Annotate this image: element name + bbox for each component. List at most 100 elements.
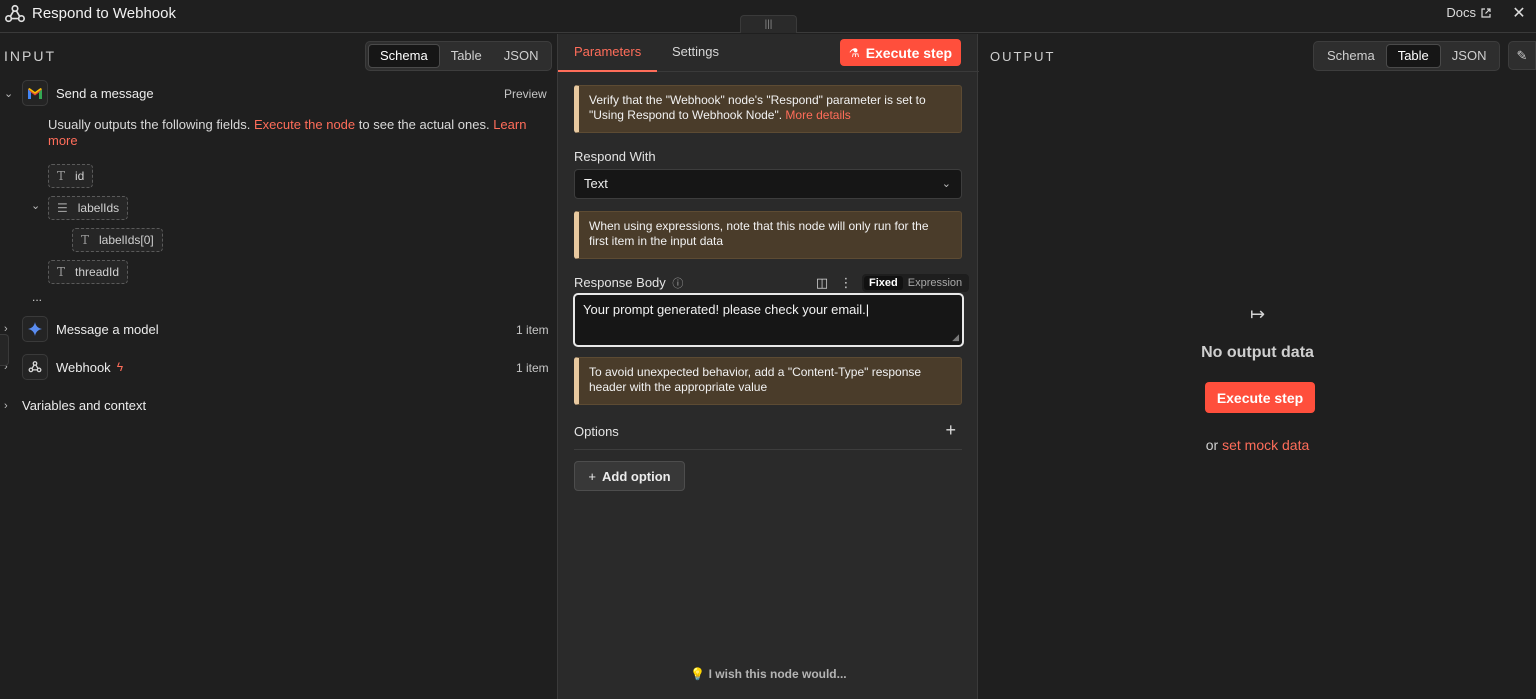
feedback-link[interactable]: 💡 I wish this node would... [558, 667, 979, 681]
tab-settings[interactable]: Settings [672, 44, 719, 59]
notice-webhook-respond: Verify that the "Webhook" node's "Respon… [574, 85, 962, 133]
external-link-icon [1481, 7, 1491, 18]
field-name: labelIds[0] [99, 233, 154, 247]
resize-grip-icon[interactable]: ◢ [952, 332, 959, 343]
flask-icon: ⚗ [848, 45, 860, 60]
webhook-icon [5, 4, 25, 23]
text-type-icon: T [81, 233, 90, 247]
item-count: 1 item [516, 361, 549, 375]
side-collapse-handle[interactable] [0, 334, 9, 366]
input-view-json[interactable]: JSON [493, 44, 550, 68]
tab-parameters[interactable]: Parameters [574, 44, 641, 59]
input-view-table[interactable]: Table [440, 44, 493, 68]
add-option-label: Add option [602, 468, 671, 484]
docs-link[interactable]: Docs [1446, 5, 1492, 20]
respond-with-value: Text [584, 176, 608, 191]
output-view-toggle: Schema Table JSON [1313, 41, 1501, 71]
more-details-link[interactable]: More details [785, 108, 850, 122]
output-view-json[interactable]: JSON [1441, 44, 1498, 68]
split-view-icon[interactable]: ◫ [814, 275, 830, 291]
chevron-down-icon: ⌄ [941, 178, 951, 190]
field-name: labelIds [77, 201, 120, 215]
response-body-input[interactable]: Your prompt generated! please check your… [573, 293, 964, 347]
docs-label: Docs [1446, 5, 1476, 20]
wish-label: I wish this node would... [708, 667, 847, 681]
pencil-icon[interactable]: ✎ [1508, 41, 1536, 70]
options-row: Options + [574, 420, 962, 450]
list-type-icon: ☰ [57, 201, 68, 215]
parameters-panel: Parameters Settings ⚗ Execute step Verif… [557, 34, 979, 699]
page-title: Respond to Webhook [32, 5, 176, 22]
webhook-icon [22, 354, 48, 380]
respond-with-label: Respond With [574, 149, 656, 164]
options-label: Options [574, 424, 619, 439]
more-fields[interactable]: ... [32, 290, 42, 304]
info-icon[interactable]: ⓘ [672, 278, 683, 290]
gemini-icon [22, 316, 48, 342]
field-pill-labelids-0[interactable]: T labelIds[0] [72, 228, 163, 252]
field-pill-threadid[interactable]: T threadId [48, 260, 129, 284]
node-label: Message a model [56, 321, 159, 337]
mode-expression[interactable]: Expression [903, 276, 967, 290]
field-name: threadId [75, 265, 120, 279]
field-pill-id[interactable]: T id [48, 164, 94, 188]
mock-data-line: or set mock data [979, 437, 1536, 453]
node-label: Send a message [56, 85, 154, 101]
output-title: OUTPUT [990, 49, 1056, 64]
variables-and-context[interactable]: › Variables and context [4, 398, 146, 413]
notice-text: Verify that the "Webhook" node's "Respon… [589, 93, 926, 122]
field-pill-labelids[interactable]: ☰ labelIds [48, 196, 129, 220]
input-view-schema[interactable]: Schema [368, 44, 440, 68]
preview-label: Preview [504, 87, 547, 101]
node-send-a-message[interactable]: ⌄ Send a message [4, 80, 154, 106]
output-panel: OUTPUT Schema Table JSON ✎ ↦ No output d… [979, 34, 1536, 699]
output-view-schema[interactable]: Schema [1316, 44, 1386, 68]
response-body-label-text: Response Body [574, 275, 666, 290]
lightbulb-icon: 💡 [690, 667, 706, 681]
execute-step-label: Execute step [1216, 389, 1304, 406]
panel-drag-handle[interactable]: ||| [740, 15, 797, 33]
notice-expressions: When using expressions, note that this n… [574, 211, 962, 259]
response-body-value: Your prompt generated! please check your… [583, 302, 866, 317]
chevron-down-icon[interactable]: ⌄ [4, 87, 16, 100]
respond-with-select[interactable]: Text ⌄ [574, 169, 962, 199]
input-panel: INPUT Schema Table JSON ⌄ Send a message… [0, 34, 557, 699]
response-body-label: Response Body ⓘ [574, 275, 683, 291]
no-output-title: No output data [1201, 344, 1314, 361]
fixed-expression-toggle[interactable]: Fixed Expression [862, 274, 970, 292]
plus-icon[interactable]: + [945, 420, 956, 441]
hint-text-middle: to see the actual ones. [355, 117, 494, 132]
arrow-to-right-icon: ↦ [1249, 304, 1266, 324]
execute-step-label: Execute step [865, 44, 953, 61]
mode-fixed[interactable]: Fixed [864, 276, 903, 290]
chevron-right-icon[interactable]: › [4, 400, 16, 412]
output-execute-step-button[interactable]: Execute step [1205, 382, 1315, 413]
schema-hint: Usually outputs the following fields. Ex… [48, 117, 528, 149]
response-body-tools: ◫ ⋮ Fixed Expression [814, 274, 970, 292]
close-icon[interactable]: ✕ [1510, 3, 1528, 23]
text-type-icon: T [57, 169, 66, 183]
plus-icon: + [588, 468, 596, 484]
output-view-table[interactable]: Table [1385, 44, 1441, 68]
variables-label: Variables and context [22, 398, 147, 413]
notice-text: When using expressions, note that this n… [589, 219, 929, 248]
input-title: INPUT [4, 48, 56, 64]
item-count: 1 item [516, 323, 549, 337]
hint-text: Usually outputs the following fields. [48, 117, 254, 132]
set-mock-data-link[interactable]: set mock data [1222, 437, 1309, 453]
add-option-button[interactable]: + Add option [574, 461, 685, 491]
text-type-icon: T [57, 265, 66, 279]
trigger-bolt-icon: ϟ [116, 360, 124, 374]
notice-text: To avoid unexpected behavior, add a "Con… [589, 365, 922, 394]
chevron-down-icon[interactable]: ⌄ [31, 199, 43, 212]
active-tab-underline [558, 70, 657, 72]
node-webhook[interactable]: › Webhook ϟ [4, 354, 123, 380]
notice-content-type: To avoid unexpected behavior, add a "Con… [574, 357, 962, 405]
more-vertical-icon[interactable]: ⋮ [838, 275, 854, 291]
execute-step-button[interactable]: ⚗ Execute step [840, 39, 961, 66]
field-name: id [75, 169, 85, 183]
node-message-a-model[interactable]: › Message a model [4, 316, 159, 342]
gmail-icon [22, 80, 48, 106]
execute-node-link[interactable]: Execute the node [254, 117, 355, 132]
mock-prefix: or [1205, 437, 1223, 453]
